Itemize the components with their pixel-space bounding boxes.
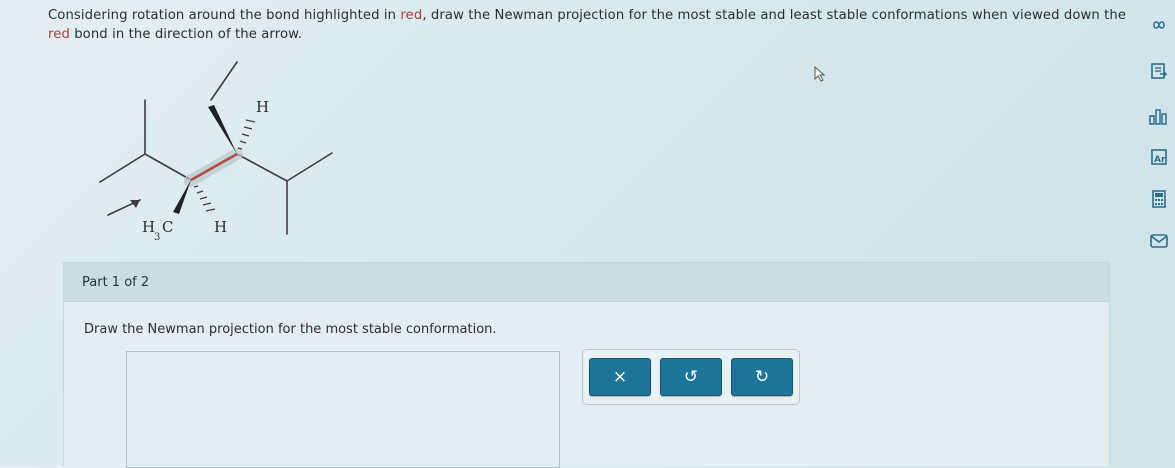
mouse-cursor-icon bbox=[814, 66, 826, 82]
undo-icon: ↺ bbox=[683, 367, 699, 387]
close-icon: × bbox=[612, 367, 628, 387]
part-header-label: Part 1 of 2 bbox=[82, 274, 150, 290]
redo-button[interactable]: ↻ bbox=[731, 358, 793, 396]
question-red-word: red bbox=[400, 8, 423, 23]
red-highlighted-bond bbox=[190, 152, 238, 182]
label-h-bottom: H bbox=[214, 218, 227, 236]
undo-button[interactable]: ↺ bbox=[660, 358, 722, 396]
part-instruction: Draw the Newman projection for the most … bbox=[84, 322, 497, 337]
infinity-icon[interactable] bbox=[1148, 14, 1170, 36]
molecule-structure: H H H 3 C bbox=[99, 61, 333, 243]
calculator-icon[interactable] bbox=[1148, 188, 1170, 210]
question-red-word-2: red bbox=[48, 27, 70, 42]
side-toolbar: Ar bbox=[1140, 10, 1175, 270]
svg-text:Ar: Ar bbox=[1154, 155, 1166, 165]
answer-toolbar: × ↺ ↻ bbox=[582, 349, 800, 405]
question-text: Considering rotation around the bond hig… bbox=[48, 6, 1128, 44]
label-h3c-sub: 3 bbox=[154, 232, 160, 243]
mail-icon[interactable] bbox=[1148, 230, 1170, 252]
question-part-c: bond in the direction of the arrow. bbox=[69, 27, 303, 42]
bond-ethyl-top bbox=[210, 61, 238, 101]
explanation-icon[interactable] bbox=[1148, 60, 1170, 82]
bond-isopropyl-c2 bbox=[144, 153, 192, 181]
question-part-a: Considering rotation around the bond hig… bbox=[48, 8, 401, 23]
part-header: Part 1 of 2 bbox=[64, 263, 1109, 302]
drawing-canvas[interactable] bbox=[126, 351, 560, 468]
label-h3c-c: C bbox=[162, 218, 173, 236]
bond-c3-c4 bbox=[236, 153, 288, 182]
wedge-bond-top bbox=[208, 105, 237, 154]
hash-bond-h-top bbox=[237, 119, 256, 150]
part-panel: Part 1 of 2 Draw the Newman projection f… bbox=[63, 262, 1110, 468]
bond-c4-right bbox=[286, 152, 333, 182]
hash-bond-h-bottom bbox=[193, 185, 216, 212]
periodic-table-icon[interactable]: Ar bbox=[1148, 146, 1170, 168]
question-part-b: , draw the Newman projection for the mos… bbox=[422, 8, 1127, 23]
label-h-top: H bbox=[256, 98, 269, 116]
bond-isopropyl-left bbox=[99, 153, 146, 183]
clear-button[interactable]: × bbox=[589, 358, 651, 396]
wedge-bond-methyl bbox=[173, 180, 191, 214]
redo-icon: ↻ bbox=[754, 367, 770, 387]
chart-icon[interactable] bbox=[1148, 105, 1170, 127]
